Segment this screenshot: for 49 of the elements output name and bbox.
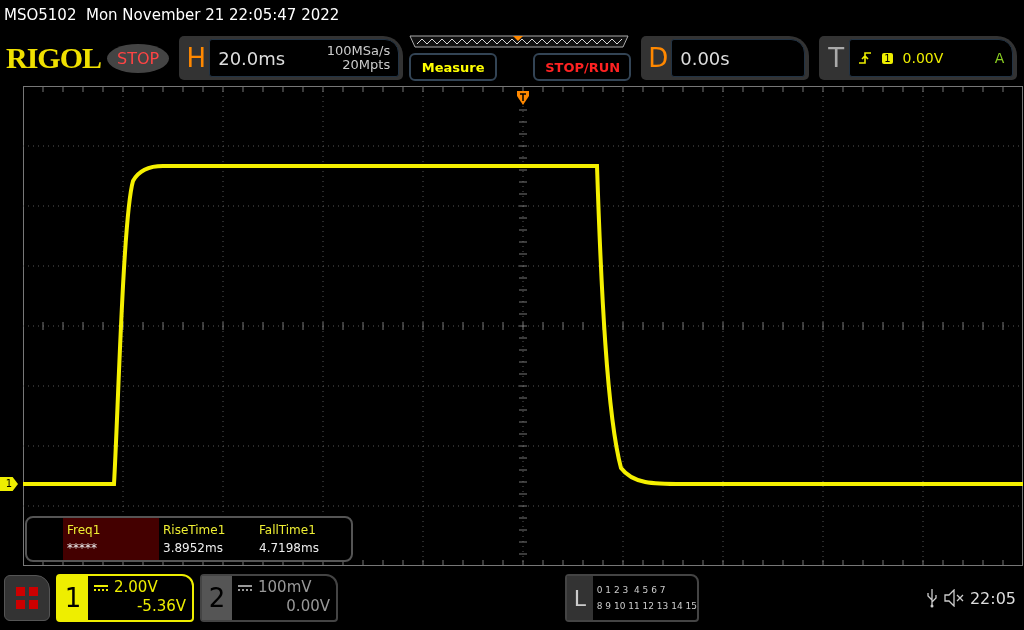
delay-value: 0.00s [680, 47, 730, 69]
device-title: MSO5102 Mon November 21 22:05:47 2022 [3, 5, 340, 26]
channel-level-marker[interactable]: 1 [0, 477, 18, 491]
trigger-label: T [827, 43, 846, 73]
trigger-level: 0.00V [902, 50, 944, 66]
measurement-label: Freq1 [67, 522, 102, 539]
delay-panel[interactable]: D 0.00s [641, 36, 810, 80]
usb-icon [925, 588, 938, 608]
channel-panel[interactable]: 1 2.00V -5.36V [56, 574, 194, 622]
channel-scale: 2.00V [114, 578, 158, 597]
header-button[interactable]: STOP/RUN [533, 53, 632, 81]
sample-rate: 100MSa/s [326, 44, 391, 58]
grid-icon [15, 586, 39, 610]
channel-offset: -5.36V [136, 597, 186, 616]
measurement-value: ***** [67, 540, 98, 557]
channel-number: 2 [202, 576, 232, 620]
horizontal-panel[interactable]: H 20.0ms 100MSa/s 20Mpts [179, 36, 404, 80]
measurement-item[interactable]: FallTime1 4.7198ms [255, 518, 351, 560]
trigger-position-icon [516, 90, 530, 106]
clock-time: 22:05 [969, 588, 1016, 608]
trigger-panel[interactable]: T 1 0.00V A [819, 36, 1018, 80]
logo: RIGOL [6, 41, 102, 75]
trigger-mode: A [994, 50, 1005, 66]
timebase-value: 20.0ms [218, 47, 286, 69]
measurement-value: 3.8952ms [163, 540, 224, 557]
dc-coupling-icon [238, 583, 252, 592]
dc-coupling-icon [94, 583, 108, 592]
measurement-label: FallTime1 [259, 522, 317, 539]
measurement-item[interactable]: RiseTime1 3.8952ms [159, 518, 255, 560]
memory-depth: 20Mpts [342, 58, 391, 72]
menu-button[interactable] [4, 575, 50, 621]
logic-panel[interactable]: L 0 1 2 3 4 5 6 7 8 9 10 11 12 13 14 15 [564, 574, 699, 622]
measurement-item[interactable]: Freq1 ***** [63, 518, 159, 560]
header-button[interactable]: Measure [409, 53, 498, 81]
channel-scale: 100mV [258, 578, 312, 597]
logic-channel-row-text: 0 1 2 3 4 5 6 7 [596, 584, 667, 597]
mute-icon[interactable] [943, 589, 964, 607]
logic-channel-row-text: 8 9 10 11 12 13 14 15 [596, 600, 697, 613]
channel-offset: 0.00V [286, 597, 330, 616]
channel-panel[interactable]: 2 100mV 0.00V [200, 574, 338, 622]
logic-label: L [566, 576, 593, 620]
trigger-source: 1 [882, 52, 893, 64]
channel-number: 1 [58, 576, 88, 620]
rising-edge-icon [858, 51, 873, 65]
memory-position-icon [409, 35, 630, 49]
measurement-value: 4.7198ms [259, 540, 320, 557]
horizontal-label: H [185, 43, 207, 73]
delay-label: D [647, 43, 670, 73]
measurement-label: RiseTime1 [163, 522, 227, 539]
